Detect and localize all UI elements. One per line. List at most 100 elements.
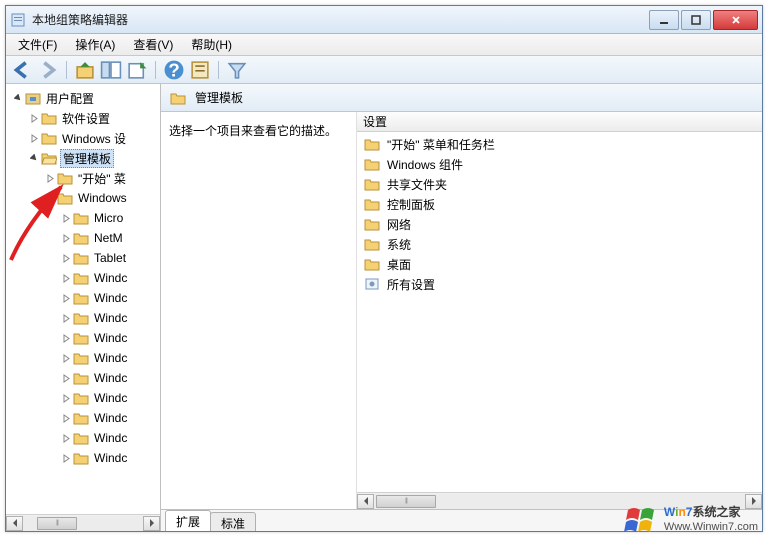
list-item[interactable]: Windows 组件 <box>361 154 758 174</box>
minimize-button[interactable] <box>649 10 679 30</box>
description-column: 选择一个项目来查看它的描述。 <box>161 112 356 509</box>
folder-icon <box>364 237 380 251</box>
toolbar-separator <box>218 61 219 79</box>
expand-icon[interactable] <box>28 132 40 144</box>
tree-node-windows-components[interactable]: Windows <box>6 188 160 208</box>
expand-icon[interactable] <box>60 232 72 244</box>
tree-node-admin-templates[interactable]: 管理模板 <box>6 148 160 168</box>
list-item[interactable]: 桌面 <box>361 254 758 274</box>
tree-node[interactable]: NetM <box>6 228 160 248</box>
list-body: "开始" 菜单和任务栏 Windows 组件 共享文件夹 控制面板 网络 系统 … <box>357 132 762 492</box>
content-area: 选择一个项目来查看它的描述。 设置 "开始" 菜单和任务栏 Windows 组件… <box>161 112 762 509</box>
list-item[interactable]: 网络 <box>361 214 758 234</box>
folder-icon <box>73 291 89 305</box>
svg-text:?: ? <box>168 59 180 80</box>
tree-node[interactable]: Windc <box>6 268 160 288</box>
tree-node[interactable]: Windc <box>6 448 160 468</box>
tree-node[interactable]: Windc <box>6 428 160 448</box>
tree-label: Windc <box>92 410 129 426</box>
collapse-icon[interactable] <box>12 92 24 104</box>
expand-icon[interactable] <box>60 452 72 464</box>
tree-label: NetM <box>92 230 125 246</box>
menu-action[interactable]: 操作(A) <box>67 34 123 55</box>
expand-icon[interactable] <box>60 412 72 424</box>
tree-node[interactable]: Windc <box>6 408 160 428</box>
tree-node[interactable]: Windc <box>6 388 160 408</box>
details-pane: 管理模板 选择一个项目来查看它的描述。 设置 "开始" 菜单和任务栏 Windo… <box>161 84 762 531</box>
expand-icon[interactable] <box>60 212 72 224</box>
close-button[interactable] <box>713 10 758 30</box>
filter-button[interactable] <box>225 59 249 81</box>
tree-node[interactable]: Windc <box>6 328 160 348</box>
menu-file[interactable]: 文件(F) <box>10 34 65 55</box>
list-item[interactable]: 系统 <box>361 234 758 254</box>
tree-label: Windows <box>76 190 129 206</box>
settings-list: 设置 "开始" 菜单和任务栏 Windows 组件 共享文件夹 控制面板 网络 … <box>356 112 762 509</box>
tab-extended[interactable]: 扩展 <box>165 510 211 531</box>
scroll-right-button[interactable] <box>143 516 160 531</box>
list-item-label: Windows 组件 <box>387 156 463 173</box>
folder-icon <box>73 351 89 365</box>
tree-node[interactable]: Micro <box>6 208 160 228</box>
forward-button[interactable] <box>36 59 60 81</box>
tab-standard[interactable]: 标准 <box>210 512 256 531</box>
help-button[interactable]: ? <box>162 59 186 81</box>
list-item[interactable]: 共享文件夹 <box>361 174 758 194</box>
tree-node-start-menu[interactable]: "开始" 菜 <box>6 168 160 188</box>
maximize-button[interactable] <box>681 10 711 30</box>
watermark-brand: Win7系统之家 <box>664 503 758 521</box>
tree-hscrollbar[interactable] <box>6 514 160 531</box>
window-buttons <box>647 10 758 30</box>
menubar: 文件(F) 操作(A) 查看(V) 帮助(H) <box>6 34 762 56</box>
folder-icon <box>364 257 380 271</box>
expand-icon[interactable] <box>60 392 72 404</box>
tree-node-user-config[interactable]: 用户配置 <box>6 88 160 108</box>
tree-label: Windc <box>92 270 129 286</box>
description-text: 选择一个项目来查看它的描述。 <box>169 124 337 138</box>
tree-node[interactable]: Windc <box>6 288 160 308</box>
folder-icon <box>73 411 89 425</box>
export-button[interactable] <box>125 59 149 81</box>
expand-icon[interactable] <box>60 252 72 264</box>
expand-icon[interactable] <box>60 292 72 304</box>
collapse-icon[interactable] <box>28 152 40 164</box>
tree-node-windows-settings[interactable]: Windows 设 <box>6 128 160 148</box>
list-item[interactable]: "开始" 菜单和任务栏 <box>361 134 758 154</box>
menu-view[interactable]: 查看(V) <box>125 34 181 55</box>
column-header-setting[interactable]: 设置 <box>357 112 762 132</box>
up-button[interactable] <box>73 59 97 81</box>
tree[interactable]: 用户配置 软件设置 Windows 设 管理模板 <box>6 84 160 514</box>
folder-icon <box>73 371 89 385</box>
scroll-track[interactable] <box>23 516 143 531</box>
menu-help[interactable]: 帮助(H) <box>183 34 240 55</box>
tree-node[interactable]: Tablet <box>6 248 160 268</box>
tree-label: Micro <box>92 210 125 226</box>
expand-icon[interactable] <box>60 432 72 444</box>
expand-icon[interactable] <box>60 332 72 344</box>
show-hide-tree-button[interactable] <box>99 59 123 81</box>
scroll-left-button[interactable] <box>6 516 23 531</box>
expand-icon[interactable] <box>60 312 72 324</box>
folder-icon <box>73 451 89 465</box>
folder-icon <box>41 111 57 125</box>
list-item[interactable]: 所有设置 <box>361 274 758 294</box>
scroll-left-button[interactable] <box>357 494 374 509</box>
back-button[interactable] <box>10 59 34 81</box>
tree-node-software[interactable]: 软件设置 <box>6 108 160 128</box>
scroll-thumb[interactable] <box>376 495 436 508</box>
collapse-icon[interactable] <box>44 192 56 204</box>
tree-node[interactable]: Windc <box>6 368 160 388</box>
tree-node[interactable]: Windc <box>6 348 160 368</box>
properties-button[interactable] <box>188 59 212 81</box>
tree-label: Windc <box>92 450 129 466</box>
scroll-thumb[interactable] <box>37 517 77 530</box>
expand-icon[interactable] <box>60 352 72 364</box>
expand-icon[interactable] <box>44 172 56 184</box>
expand-icon[interactable] <box>28 112 40 124</box>
tree-node[interactable]: Windc <box>6 308 160 328</box>
expand-icon[interactable] <box>60 372 72 384</box>
list-item[interactable]: 控制面板 <box>361 194 758 214</box>
expand-icon[interactable] <box>60 272 72 284</box>
details-header: 管理模板 <box>161 84 762 112</box>
column-header-label: 设置 <box>363 113 387 130</box>
